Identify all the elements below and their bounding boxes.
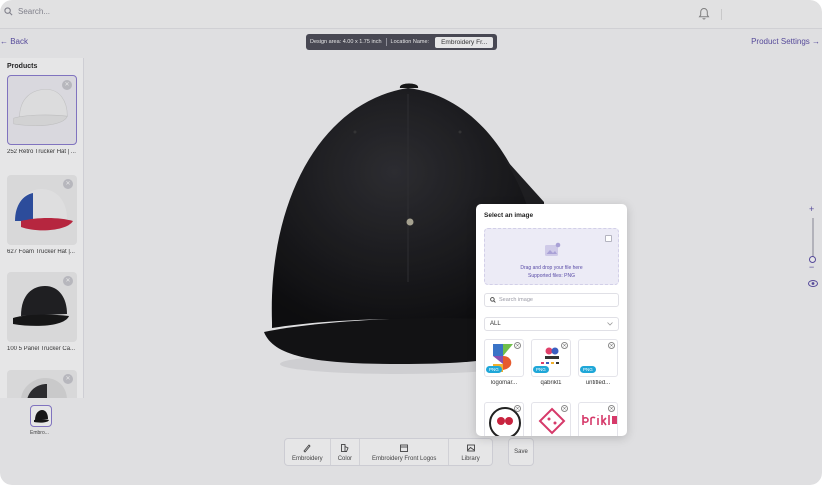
zoom-in-icon[interactable]: + [809, 204, 814, 214]
image-tile[interactable]: ✕ [578, 402, 618, 436]
location-select[interactable]: Embroidery Fr... [435, 36, 494, 48]
brush-icon [303, 443, 311, 453]
product-name: 100 5 Panel Trucker Ca... [7, 346, 76, 352]
zoom-slider-track[interactable] [812, 218, 814, 260]
archive-icon [400, 444, 409, 452]
remove-image-icon[interactable]: ✕ [514, 342, 521, 349]
app-window: Search... ← Back Product Settings → Desi… [0, 0, 822, 485]
image-name: logomar... [490, 380, 518, 386]
image-thumbnail[interactable]: ✕ PNG [531, 339, 571, 377]
products-title: Products [7, 63, 38, 70]
image-icon [466, 444, 475, 451]
product-name: 627 Foam Trucker Hat |... [7, 249, 75, 255]
remove-image-icon[interactable]: ✕ [561, 405, 568, 412]
product-thumbnail[interactable]: ✕ [7, 272, 77, 342]
filter-value: ALL [490, 321, 501, 327]
product-item[interactable]: ✕ 252 Retro Trucker Hat | ... [7, 75, 77, 155]
back-label: ← Back [0, 37, 29, 46]
remove-icon[interactable]: ✕ [63, 179, 73, 189]
product-settings-label: Product Settings → [751, 37, 820, 46]
product-thumbnail[interactable]: ✕ [7, 175, 77, 245]
png-badge: PNG [580, 366, 596, 373]
toolbar-library[interactable]: Library [449, 439, 491, 465]
products-panel: Products ✕ 252 Retro Trucker Hat | ... ✕ [0, 58, 84, 398]
remove-image-icon[interactable]: ✕ [561, 342, 568, 349]
image-tile[interactable]: ✕ PNG qabrikl1 [531, 339, 571, 386]
design-area-pill: Design area: 4.00 x 1.75 inch Location N… [306, 34, 498, 50]
eye-icon[interactable] [808, 280, 818, 287]
image-thumbnail[interactable]: ✕ PNG [578, 339, 618, 377]
embroidery-label: Embro... [30, 430, 49, 436]
supported-files-text: Supported files: PNG [528, 273, 575, 279]
toolbar-label: Embroidery [292, 455, 323, 462]
product-item[interactable]: ✕ 627 Foam Trucker Hat |... [7, 175, 77, 255]
remove-image-icon[interactable]: ✕ [514, 405, 521, 412]
image-tile[interactable]: ✕ [531, 402, 571, 436]
search-icon [4, 7, 13, 16]
topbar-divider [721, 9, 722, 20]
remove-image-icon[interactable]: ✕ [608, 342, 615, 349]
remove-image-icon[interactable]: ✕ [608, 405, 615, 412]
bell-icon[interactable] [698, 7, 710, 21]
search-bar[interactable]: Search... [4, 7, 50, 16]
upload-image-icon [545, 242, 561, 256]
remove-icon[interactable]: ✕ [63, 374, 73, 384]
image-tile[interactable]: ✕ PNG untitled... [578, 339, 618, 386]
back-link[interactable]: ← Back [0, 37, 28, 46]
palette-icon [340, 443, 349, 452]
image-filter-select[interactable]: ALL [484, 317, 619, 331]
product-item[interactable]: ✕ [7, 370, 77, 398]
modal-title: Select an image [484, 212, 534, 219]
remove-icon[interactable]: ✕ [63, 276, 73, 286]
product-settings-link[interactable]: Product Settings → [751, 37, 820, 46]
product-item[interactable]: ✕ 100 5 Panel Trucker Ca... [7, 272, 77, 352]
location-label: Location Name: [390, 39, 430, 45]
product-thumbnail[interactable]: ✕ [7, 75, 77, 145]
image-thumbnail[interactable]: ✕ [484, 402, 524, 436]
drop-text: Drag and drop your file here [520, 265, 583, 271]
search-icon [490, 297, 496, 303]
chevron-down-icon [607, 322, 613, 326]
drop-zone[interactable]: Drag and drop your file here Supported f… [484, 228, 619, 285]
image-search-placeholder: Search image [499, 297, 533, 303]
zoom-out-icon[interactable]: − [809, 262, 814, 272]
search-placeholder: Search... [18, 7, 51, 16]
image-thumbnail[interactable]: ✕ [531, 402, 571, 436]
png-badge: PNG [533, 366, 549, 373]
image-tile[interactable]: ✕ [484, 402, 524, 436]
zoom-control: + − [807, 204, 819, 294]
toolbar-label: Embroidery Front Logos [372, 455, 437, 462]
cap-mini-icon [34, 410, 49, 423]
toolbar-embroidery-front-logos[interactable]: Embroidery Front Logos [360, 439, 450, 465]
remove-icon[interactable]: ✕ [62, 80, 72, 90]
toolbar-label: Color [337, 455, 353, 462]
save-button[interactable]: Save [508, 438, 534, 466]
select-image-modal: Select an image Drag and drop your file … [476, 204, 627, 436]
design-area-text: Design area: 4.00 x 1.75 inch [310, 39, 382, 45]
image-search-input[interactable]: Search image [484, 293, 619, 307]
top-bar: Search... [0, 0, 822, 29]
embroidery-thumbnail[interactable] [30, 405, 52, 427]
image-thumbnail[interactable]: ✕ [578, 402, 618, 436]
toolbar-color[interactable]: Color [331, 439, 361, 465]
select-all-checkbox[interactable] [605, 235, 612, 242]
image-name: untitled... [585, 380, 611, 386]
toolbar-label: Library [461, 455, 480, 462]
bottom-toolbar: Embroidery Color Embroidery Front Logos … [284, 438, 493, 466]
image-tile[interactable]: ✕ PNG logomar... [484, 339, 524, 386]
pill-separator [385, 38, 387, 46]
toolbar-embroidery[interactable]: Embroidery [285, 439, 331, 465]
image-name: qabrikl1 [540, 380, 562, 386]
product-thumbnail[interactable]: ✕ [7, 370, 77, 398]
png-badge: PNG [486, 366, 502, 373]
product-name: 252 Retro Trucker Hat | ... [7, 149, 76, 155]
image-thumbnail[interactable]: ✕ PNG [484, 339, 524, 377]
